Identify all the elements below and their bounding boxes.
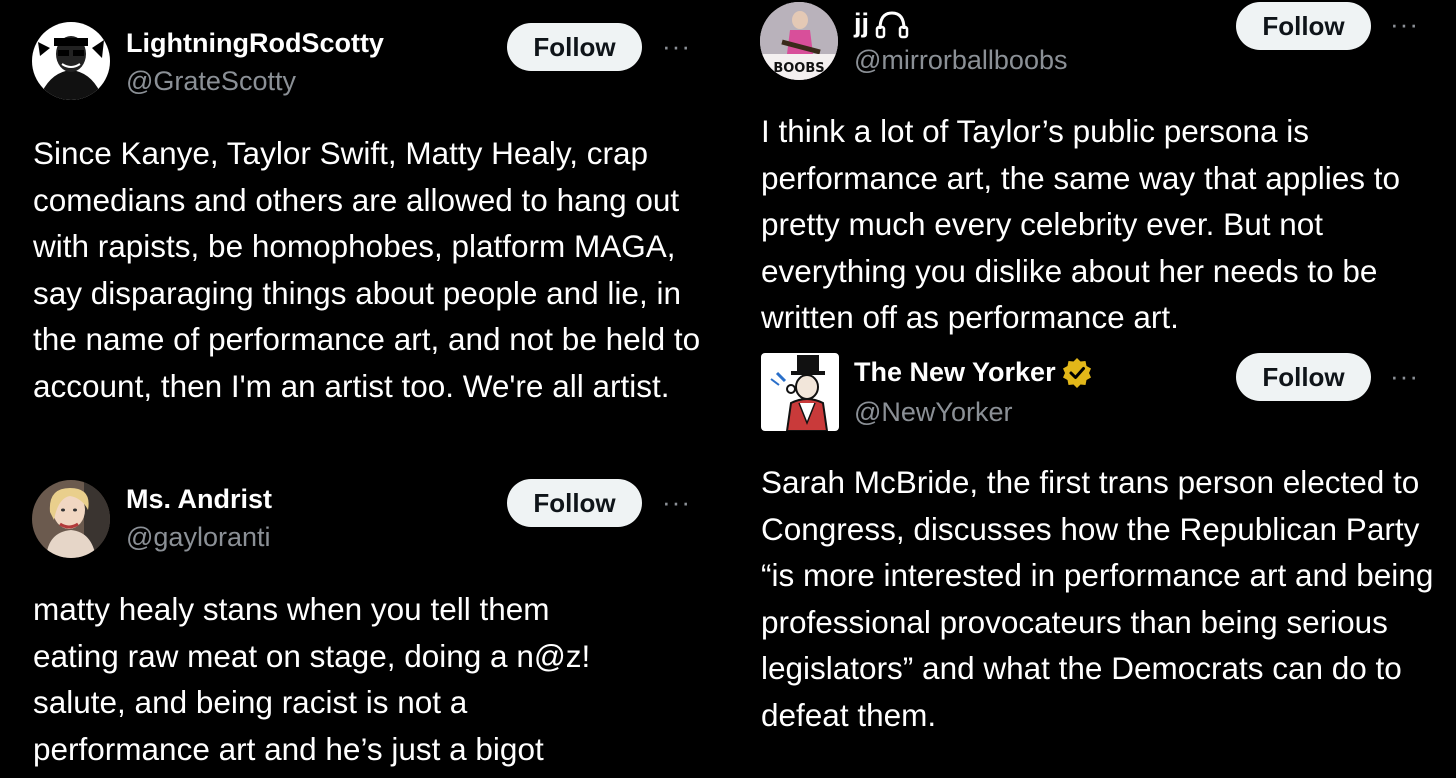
user-handle[interactable]: @mirrorballboobs bbox=[854, 45, 1067, 76]
headphones-icon bbox=[875, 10, 909, 38]
user-avatar[interactable] bbox=[32, 22, 110, 100]
user-avatar[interactable] bbox=[32, 480, 110, 558]
tweet-jj: BOOBS jj @mirrorballboobs Follow ··· I t… bbox=[728, 0, 1456, 345]
eustace-tilley-avatar bbox=[761, 353, 839, 431]
tweet-ms-andrist: Ms. Andrist @gayloranti Follow ··· matty… bbox=[0, 460, 720, 778]
user-handle[interactable]: @NewYorker bbox=[854, 397, 1012, 428]
follow-button[interactable]: Follow bbox=[1236, 353, 1371, 401]
follow-button[interactable]: Follow bbox=[507, 23, 642, 71]
verified-gold-badge-icon bbox=[1062, 357, 1091, 388]
display-name-text[interactable]: LightningRodScotty bbox=[126, 28, 384, 59]
display-name-text[interactable]: Ms. Andrist bbox=[126, 484, 272, 515]
display-name[interactable]: Ms. Andrist bbox=[126, 484, 272, 515]
avatar-caption: BOOBS bbox=[773, 61, 824, 76]
display-name[interactable]: jj bbox=[854, 8, 909, 39]
tweet-text: I think a lot of Taylor’s public persona… bbox=[761, 113, 1401, 335]
user-avatar[interactable]: BOOBS bbox=[760, 2, 838, 80]
user-avatar[interactable] bbox=[761, 353, 839, 431]
more-options-button[interactable]: ··· bbox=[662, 489, 691, 515]
more-options-button[interactable]: ··· bbox=[662, 33, 691, 59]
tweet-text: Sarah McBride, the first trans person el… bbox=[761, 464, 1434, 733]
display-name[interactable]: The New Yorker bbox=[854, 357, 1092, 388]
tweet-lightningrodscotty: LightningRodScotty @GrateScotty Follow ·… bbox=[0, 0, 720, 460]
person-with-sunglasses-avatar bbox=[32, 22, 110, 100]
tweet-text: Since Kanye, Taylor Swift, Matty Healy, … bbox=[33, 135, 701, 404]
tweet-text: matty healy stans when you tell them eat… bbox=[33, 591, 591, 767]
display-name-text[interactable]: jj bbox=[854, 8, 869, 39]
performer-with-guitar-avatar: BOOBS bbox=[760, 2, 838, 80]
display-name-text[interactable]: The New Yorker bbox=[854, 357, 1056, 388]
blonde-woman-avatar bbox=[32, 480, 110, 558]
display-name[interactable]: LightningRodScotty bbox=[126, 28, 384, 59]
more-options-button[interactable]: ··· bbox=[1390, 363, 1419, 389]
follow-button[interactable]: Follow bbox=[507, 479, 642, 527]
follow-button[interactable]: Follow bbox=[1236, 2, 1371, 50]
user-handle[interactable]: @GrateScotty bbox=[126, 66, 296, 97]
more-options-button[interactable]: ··· bbox=[1390, 11, 1419, 37]
user-handle[interactable]: @gayloranti bbox=[126, 522, 270, 553]
tweet-new-yorker: The New Yorker @NewYorker Follow ··· Sar… bbox=[728, 345, 1456, 778]
